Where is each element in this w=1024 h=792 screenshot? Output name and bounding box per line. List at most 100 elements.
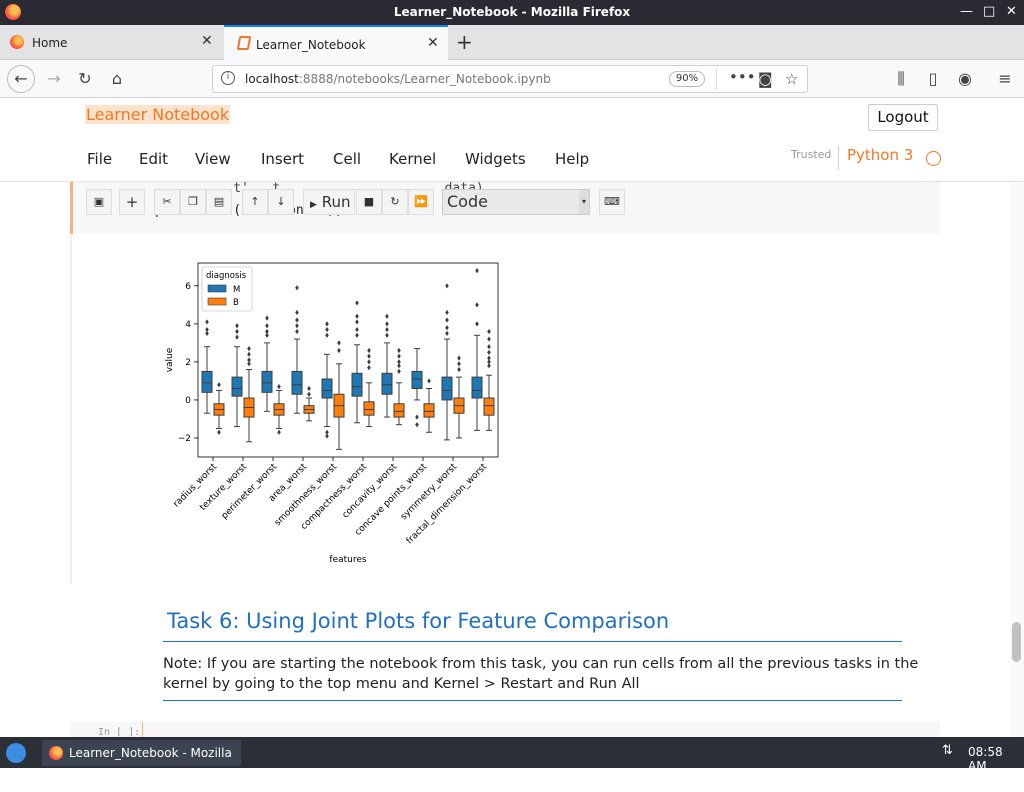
menu-view[interactable]: View xyxy=(195,150,231,168)
firefox-icon xyxy=(49,746,63,760)
new-tab-icon[interactable]: + xyxy=(456,30,473,54)
account-icon[interactable]: ◉ xyxy=(952,67,978,91)
move-down-icon[interactable]: ↓ xyxy=(268,189,294,215)
x-tick-label: concavity_worst xyxy=(341,462,400,521)
legend-swatch-M xyxy=(207,284,227,293)
close-tab-icon[interactable]: ✕ xyxy=(427,35,439,51)
output-area: −2 0 2 4 6 value radius_worst texture_worst peri… xyxy=(70,234,940,584)
box-M xyxy=(321,378,333,399)
legend-swatch-B xyxy=(207,297,227,306)
menu-help[interactable]: Help xyxy=(555,150,589,168)
forward-icon[interactable]: → xyxy=(41,67,67,91)
x-axis-label: features xyxy=(329,555,366,565)
empty-code-cell[interactable]: In [ ]: xyxy=(70,722,940,737)
menu-file[interactable]: File xyxy=(87,150,112,168)
y-tick-label: −2 xyxy=(178,434,191,444)
network-icon[interactable]: ⇅ xyxy=(942,743,953,758)
box-M xyxy=(411,370,423,390)
firefox-tab-icon xyxy=(10,35,24,49)
box-M xyxy=(261,370,273,393)
notebook-tab-icon xyxy=(236,36,252,50)
page-scrollbar[interactable] xyxy=(1010,182,1024,737)
kernel-name[interactable]: Python 3 xyxy=(838,146,913,170)
logout-button[interactable]: Logout xyxy=(868,104,938,131)
menu-kernel[interactable]: Kernel xyxy=(389,150,436,168)
menu-widgets[interactable]: Widgets xyxy=(465,150,526,168)
y-tick-label: 6 xyxy=(185,282,191,292)
navigation-bar: ← → ↻ ⌂ i localhost:8888/notebooks/Learn… xyxy=(0,60,1024,98)
trusted-indicator[interactable]: Trusted xyxy=(791,148,831,161)
paste-icon[interactable]: ▤ xyxy=(206,189,232,215)
menu-cell[interactable]: Cell xyxy=(333,150,361,168)
y-axis-label: value xyxy=(165,347,175,372)
notebook-area[interactable]: t' t , data) plt.xticks(rotation=45); ▣ … xyxy=(0,182,1024,737)
box-M xyxy=(471,376,483,399)
home-icon[interactable]: ⌂ xyxy=(104,67,130,91)
taskbar-firefox-window[interactable]: Learner_Notebook - Mozilla ... xyxy=(42,740,241,786)
menu-icon[interactable]: ≡ xyxy=(992,67,1018,91)
back-icon[interactable]: ← xyxy=(7,65,35,93)
jupyter-header: Learner Notebook Logout File Edit View I… xyxy=(0,99,1024,182)
url-bar[interactable]: i localhost:8888/notebooks/Learner_Noteb… xyxy=(212,65,808,93)
minimize-icon[interactable]: — xyxy=(960,4,973,19)
pocket-icon[interactable]: ◙ xyxy=(758,70,773,88)
task-heading: Task 6: Using Joint Plots for Feature Co… xyxy=(163,609,902,642)
page-actions-icon[interactable]: ••• xyxy=(729,68,756,86)
box-M xyxy=(201,370,213,393)
close-tab-icon[interactable]: ✕ xyxy=(201,33,213,49)
bookmark-star-icon[interactable]: ☆ xyxy=(785,70,798,88)
task-note: Note: If you are starting the notebook f… xyxy=(163,656,919,692)
markdown-cell[interactable]: Task 6: Using Joint Plots for Feature Co… xyxy=(163,609,933,701)
notebook-logo-title[interactable]: Learner Notebook xyxy=(85,105,231,124)
divider xyxy=(716,68,717,90)
taskbar: Learner_Notebook - Mozilla ... ⇅ 08:58 A… xyxy=(0,737,1024,786)
box-M xyxy=(291,370,303,395)
boxplot-chart: −20246valueradius_worsttexture_worstperi… xyxy=(165,262,499,565)
window-titlebar: Learner_Notebook - Mozilla Firefox — □ ✕ xyxy=(0,0,1024,25)
cell-prompt: In [ ]: xyxy=(98,727,141,737)
sidebar-icon[interactable]: ▯ xyxy=(920,67,946,91)
keyboard-icon[interactable]: ⌨ xyxy=(599,189,625,215)
zoom-indicator[interactable]: 90% xyxy=(669,71,705,87)
box-M xyxy=(231,376,243,397)
box-B xyxy=(363,401,375,416)
tab-learner-notebook[interactable]: Learner_Notebook ✕ xyxy=(224,25,448,60)
restart-icon[interactable]: ↻ xyxy=(382,189,408,215)
url-text: localhost:8888/notebooks/Learner_Noteboo… xyxy=(245,72,551,86)
clock: 08:58 AM xyxy=(968,745,1003,773)
copy-icon[interactable]: ❐ xyxy=(180,189,206,215)
scrollbar-thumb[interactable] xyxy=(1012,622,1021,662)
x-tick-label: symmetry_worst xyxy=(399,462,459,522)
y-tick-label: 0 xyxy=(185,396,191,406)
y-tick-label: 4 xyxy=(185,320,191,330)
menu-insert[interactable]: Insert xyxy=(261,150,304,168)
box-B xyxy=(483,397,495,416)
box-M xyxy=(441,376,453,401)
y-tick-label: 2 xyxy=(185,358,191,368)
insert-cell-icon[interactable]: + xyxy=(119,189,145,215)
cut-icon[interactable]: ✂ xyxy=(154,189,180,215)
cell-type-select[interactable]: Code ▾ xyxy=(442,189,590,215)
move-up-icon[interactable]: ↑ xyxy=(242,189,268,215)
run-button[interactable]: ▶ Run xyxy=(303,189,355,215)
cell-cursor xyxy=(142,722,143,737)
x-tick-label: perimeter_worst xyxy=(220,462,280,522)
save-icon[interactable]: ▣ xyxy=(86,189,112,215)
site-info-icon[interactable]: i xyxy=(221,71,235,85)
interrupt-icon[interactable]: ■ xyxy=(356,189,382,215)
maximize-icon[interactable]: □ xyxy=(983,4,995,19)
box-B xyxy=(423,403,435,418)
legend-title: diagnosis xyxy=(206,271,247,281)
legend-entry: B xyxy=(233,298,239,308)
reload-icon[interactable]: ↻ xyxy=(72,67,98,91)
close-window-icon[interactable]: ✕ xyxy=(1006,4,1017,19)
run-icon: ▶ xyxy=(310,200,317,210)
restart-run-all-icon[interactable]: ⏩ xyxy=(408,189,434,215)
menu-edit[interactable]: Edit xyxy=(139,150,168,168)
start-menu-icon[interactable] xyxy=(6,743,26,763)
library-icon[interactable]: ⫼ xyxy=(888,67,914,91)
divider xyxy=(163,700,902,701)
legend-entry: M xyxy=(233,285,240,295)
box-M xyxy=(351,372,363,397)
tab-home[interactable]: Home ✕ xyxy=(0,25,224,60)
